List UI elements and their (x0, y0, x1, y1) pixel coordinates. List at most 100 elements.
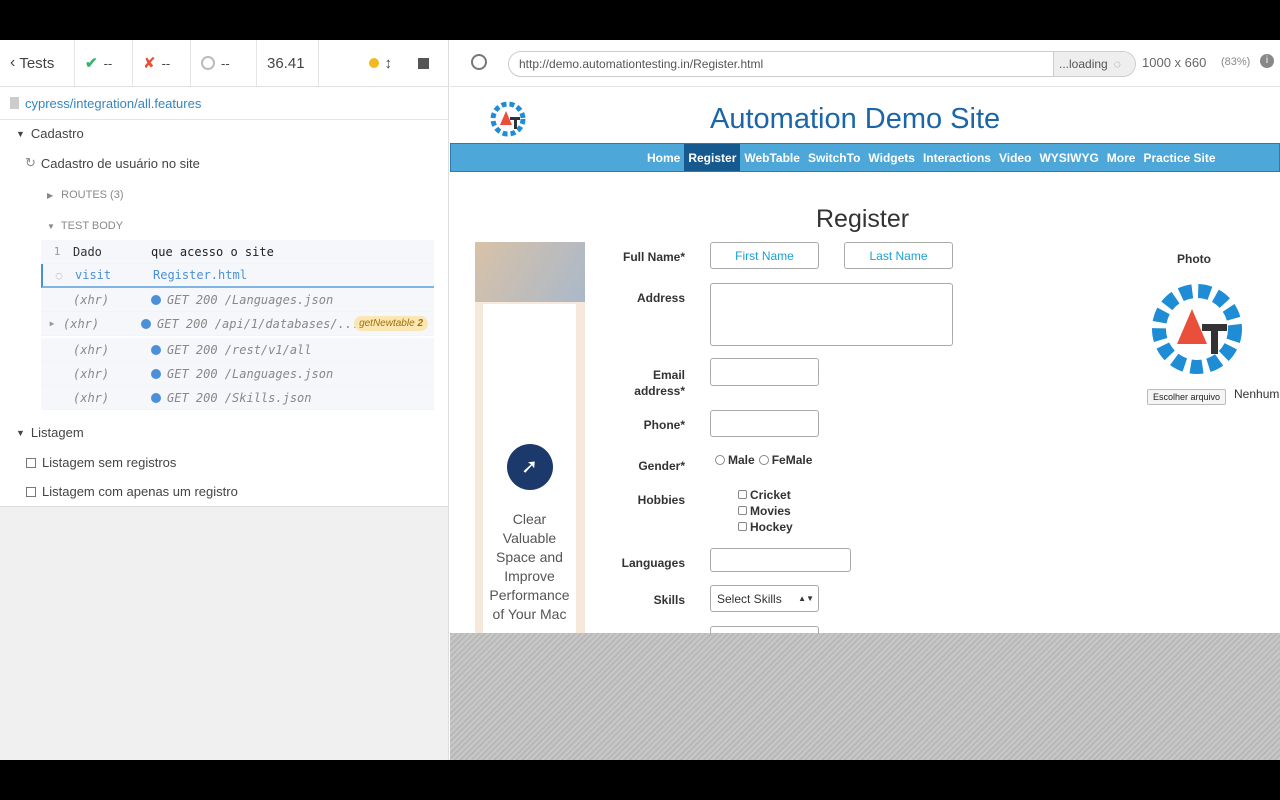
caret-right-icon: ▶ (49, 319, 55, 328)
command-row[interactable]: ◌ visit Register.html (41, 264, 434, 288)
gender-options: Male FeMale (715, 453, 812, 467)
ad-text: Clear Valuable Space and Improve Perform… (489, 511, 570, 622)
test-body-toggle[interactable]: ▼ TEST BODY (47, 220, 123, 232)
nav-webtable[interactable]: WebTable (740, 144, 804, 171)
nav-widgets[interactable]: Widgets (864, 144, 919, 171)
nav-switchto[interactable]: SwitchTo (804, 144, 864, 171)
command-row[interactable]: ▶ (xhr) GET 200 /api/1/databases/... getNew… (41, 312, 434, 336)
reporter-header: ‹ Tests ✔ -- ✘ -- -- 36.41 ↕ (0, 40, 448, 87)
alias-badge: getNewtable 2 (354, 316, 428, 331)
command-row[interactable]: (xhr) GET 200 /Languages.json (41, 288, 434, 312)
nav-wysiwyg[interactable]: WYSIWYG (1035, 144, 1102, 171)
stop-icon[interactable] (418, 57, 429, 69)
rocket-icon: ➚ (506, 444, 553, 490)
command-row[interactable]: 1 Dado que acesso o site (41, 240, 434, 264)
page-title: Register (816, 205, 910, 233)
ad-panel[interactable]: ➚ Clear Valuable Space and Improve Perfo… (475, 242, 585, 633)
auto-scroll-icon[interactable]: ↕ (385, 55, 393, 72)
caret-down-icon: ▼ (16, 427, 25, 438)
label-skills: Skills (653, 593, 685, 607)
loading-indicator: ...loading ◌ (1053, 52, 1135, 76)
command-row[interactable]: (xhr) GET 200 /Skills.json (41, 386, 434, 410)
crosshair-icon[interactable] (471, 54, 487, 70)
test-cadastro-usuario[interactable]: ↻ Cadastro de usuário no site (25, 155, 200, 171)
nav-interactions[interactable]: Interactions (919, 144, 995, 171)
last-name-input[interactable]: Last Name (844, 242, 953, 269)
address-textarea[interactable] (710, 283, 953, 346)
checkbox-hockey[interactable] (738, 522, 747, 531)
url-bar[interactable]: http://demo.automationtesting.in/Registe… (508, 51, 1136, 77)
email-input[interactable] (710, 358, 819, 386)
passed-count: ✔ -- (75, 40, 133, 86)
suite-cadastro[interactable]: ▼ Cadastro (16, 126, 84, 141)
viewport-scale: (83%) (1221, 56, 1251, 68)
nav-register[interactable]: Register (684, 144, 741, 171)
spinner-icon: ◌ (55, 268, 63, 282)
caret-down-icon: ▼ (16, 128, 25, 139)
caret-down-icon: ▼ (47, 221, 55, 231)
back-to-tests[interactable]: ‹ Tests (0, 40, 75, 86)
spinner-icon: ↻ (25, 155, 36, 170)
pending-count: -- (191, 40, 257, 86)
label-hobbies: Hobbies (637, 493, 685, 507)
runnables: ▼ Cadastro ↻ Cadastro de usuário no site ▶… (0, 120, 448, 507)
choose-file-button[interactable]: Escolher arquivo (1147, 389, 1227, 405)
next-field[interactable] (710, 626, 819, 633)
command-row[interactable]: (xhr) GET 200 /Languages.json (41, 362, 434, 386)
label-address: Address (636, 291, 685, 305)
info-icon[interactable]: i (1260, 54, 1274, 68)
app-under-test: http://demo.automationtesting.in/Registe… (450, 40, 1280, 760)
nav-video[interactable]: Video (995, 144, 1035, 171)
radio-female[interactable] (758, 455, 769, 465)
photo-label: Photo (1177, 252, 1211, 266)
label-full-name: Full Name* (622, 250, 685, 264)
no-file-label: Nenhum (1234, 387, 1280, 401)
languages-input[interactable] (710, 548, 851, 572)
xhr-dot-icon (151, 344, 161, 355)
chevron-left-icon: ‹ (10, 54, 16, 71)
nav-practice[interactable]: Practice Site (1139, 144, 1219, 171)
skills-select[interactable]: Select Skills ▲▼ (710, 585, 819, 612)
checkbox-movies[interactable] (738, 506, 747, 515)
routes-toggle[interactable]: ▶ ROUTES (3) (47, 189, 124, 201)
radio-male[interactable] (715, 455, 725, 465)
file-icon (10, 97, 19, 109)
cross-icon: ✘ (143, 55, 156, 72)
pending-circle-icon (201, 56, 215, 70)
site-logo (490, 101, 526, 137)
check-icon: ✔ (85, 55, 98, 72)
command-row[interactable]: (xhr) GET 200 /rest/v1/all (41, 338, 434, 362)
aut-background (450, 633, 1280, 760)
first-name-input[interactable]: First Name (710, 242, 819, 269)
nav-home[interactable]: Home (643, 144, 684, 171)
nav-more[interactable]: More (1103, 144, 1140, 171)
suite-listagem[interactable]: ▼ Listagem (16, 425, 84, 440)
site-nav: Home Register WebTable SwitchTo Widgets … (450, 143, 1280, 172)
tests-label: Tests (19, 54, 55, 72)
spinner-icon: ◌ (1113, 57, 1121, 71)
checkbox-icon (26, 486, 36, 497)
test-reporter: ‹ Tests ✔ -- ✘ -- -- 36.41 ↕ cypress/integ… (0, 40, 449, 760)
caret-right-icon: ▶ (47, 190, 54, 200)
checkbox-icon (26, 457, 36, 468)
xhr-dot-icon (151, 368, 161, 379)
aut-header: http://demo.automationtesting.in/Registe… (450, 40, 1280, 86)
label-gender: Gender* (638, 459, 685, 473)
photo-logo (1152, 284, 1242, 374)
phone-input[interactable] (710, 410, 819, 437)
ad-image (475, 242, 585, 302)
label-phone: Phone* (643, 418, 685, 432)
label-languages: Languages (621, 556, 685, 570)
xhr-dot-icon (141, 318, 151, 329)
select-arrows-icon: ▲▼ (798, 594, 814, 603)
xhr-dot-icon (151, 294, 161, 305)
checkbox-cricket[interactable] (738, 490, 747, 499)
viewport-size: 1000 x 660 (1142, 55, 1207, 70)
test-listagem-sem[interactable]: Listagem sem registros (26, 455, 176, 470)
aut-iframe: Automation Demo Site Home Register WebTa… (450, 87, 1280, 633)
spec-path[interactable]: cypress/integration/all.features (0, 87, 448, 120)
duration: 36.41 (257, 40, 319, 86)
running-dot-icon (368, 58, 379, 68)
test-listagem-um[interactable]: Listagem com apenas um registro (26, 484, 238, 499)
failed-count: ✘ -- (133, 40, 191, 86)
